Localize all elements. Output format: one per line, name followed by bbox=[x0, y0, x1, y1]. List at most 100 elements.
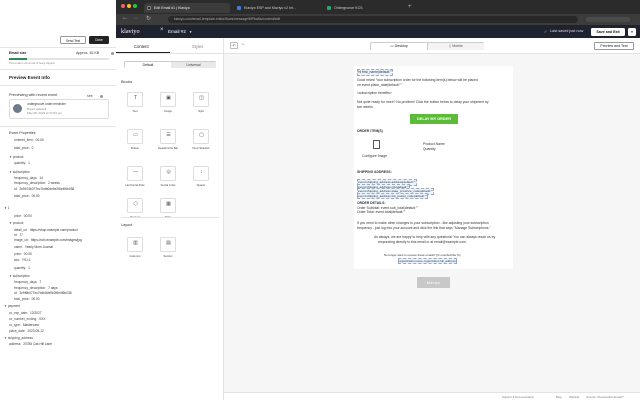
tab-ordergroove[interactable]: Ordergroove KCS bbox=[324, 3, 404, 13]
subtab-universal[interactable]: Universal bbox=[171, 62, 216, 68]
footer-link-personalize[interactable]: How Do I Personalize Emails? bbox=[586, 395, 624, 399]
property-key: price: bbox=[14, 214, 22, 218]
organization-text[interactable]: organization.name organization.full_addr… bbox=[398, 257, 457, 264]
event-property-row: sku: YSJ-1 bbox=[14, 258, 31, 263]
back-icon[interactable]: ← bbox=[122, 15, 128, 21]
window-close-dot[interactable] bbox=[121, 4, 125, 8]
property-key: price: bbox=[14, 252, 22, 256]
tab-edit-email[interactable]: Edit Email #1 | Klaviyo bbox=[144, 3, 230, 13]
configure-image-text[interactable]: Configure Image bbox=[362, 154, 387, 159]
tab-styles[interactable]: Styles bbox=[192, 44, 203, 49]
property-key: id: bbox=[14, 233, 18, 237]
greeting-text[interactable]: Hi first_name|default:"" bbox=[357, 69, 394, 76]
not-ready-text-2[interactable]: two weeks. bbox=[357, 105, 374, 110]
property-key: place_date: bbox=[9, 329, 26, 333]
redo-icon[interactable]: ↷ bbox=[241, 42, 244, 47]
block-label: Drop Shadow bbox=[192, 146, 210, 150]
extensions-icon[interactable] bbox=[586, 17, 630, 22]
block-columns[interactable]: ▥ bbox=[127, 237, 143, 252]
block-split[interactable]: ◫ bbox=[193, 92, 209, 107]
event-date: May 08, 2023 at 07:54 pm bbox=[27, 111, 62, 115]
always-text-2[interactable]: responding directly to this email or at … bbox=[378, 240, 467, 245]
social-links-icon: ◎ bbox=[166, 169, 171, 175]
send-test-button[interactable]: Send Test bbox=[60, 36, 86, 44]
event-property-row: total_price: 0 bbox=[14, 146, 33, 151]
footer-link-blog[interactable]: Blog bbox=[556, 395, 562, 399]
done-button[interactable]: Done bbox=[89, 36, 109, 44]
mode-mobile[interactable]: ▯ Mobile bbox=[428, 43, 484, 50]
footer-link-webinar[interactable]: Webinar bbox=[569, 395, 579, 399]
event-property-row: cc_type: Mastercard bbox=[9, 323, 39, 328]
forward-icon[interactable]: → bbox=[133, 15, 139, 21]
block-table[interactable]: ▦ bbox=[160, 198, 176, 213]
preview-and-test-button[interactable]: Preview and Test bbox=[594, 42, 634, 50]
block-spacer[interactable]: ↕ bbox=[193, 166, 209, 181]
email-body[interactable]: Hi first_name|default:"" Good news! Your… bbox=[354, 66, 513, 269]
block-horizontal-rule[interactable]: — bbox=[127, 166, 143, 181]
change-text-2[interactable]: frequency - just log into your account a… bbox=[357, 226, 491, 231]
blocks-title: Blocks bbox=[121, 80, 133, 84]
property-value: XXX bbox=[39, 317, 46, 321]
property-value: 1 bbox=[28, 161, 30, 165]
property-key: sku: bbox=[14, 258, 20, 262]
tab-label: Edit Email #1 | Klaviyo bbox=[154, 6, 190, 10]
block-text[interactable]: T bbox=[127, 92, 143, 107]
window-minimize-dot[interactable] bbox=[127, 4, 131, 8]
event-property-row[interactable]: ▼ 1 bbox=[4, 206, 12, 211]
event-property-row: name: Yearly Mom Journal bbox=[14, 245, 53, 250]
block-section[interactable]: ▤ bbox=[160, 237, 176, 252]
order-total-text[interactable]: Order Total: event.total|default:"" bbox=[357, 210, 406, 215]
split-icon: ◫ bbox=[199, 95, 204, 101]
chevron-down-icon[interactable]: ▼ bbox=[628, 27, 636, 36]
not-ready-text[interactable]: Not quite ready for more? No problem! Cl… bbox=[357, 100, 489, 105]
benefits-text[interactable]: <subscription benefits> bbox=[357, 91, 392, 96]
event-property-row[interactable]: ▼ subscription bbox=[9, 170, 32, 175]
block-image[interactable]: ▣ bbox=[160, 92, 176, 107]
event-property-row[interactable]: ▼ product bbox=[9, 155, 25, 160]
columns-icon: ▥ bbox=[133, 240, 138, 246]
section-icon: ▤ bbox=[166, 240, 171, 246]
shipping-title[interactable]: SHIPPING ADDRESS: bbox=[357, 170, 392, 175]
block-product[interactable]: ⬡ bbox=[127, 198, 143, 213]
block-label: Text bbox=[132, 109, 138, 113]
event-property-row: id: 2e9f6b077ec7bdb0de5e2f6e4f6b038 bbox=[14, 291, 72, 296]
event-avatar bbox=[13, 104, 22, 113]
intro-text-2[interactable]: on event.place_date|default:"" bbox=[357, 83, 402, 88]
address-input[interactable]: klaviyo.com/email-template-editor/flows/… bbox=[168, 16, 578, 23]
event-property-row: total_price: 00.00 bbox=[14, 194, 40, 199]
delay-order-button[interactable]: DELAY MY ORDER bbox=[410, 114, 458, 124]
klaviyo-logo[interactable]: klaviyo bbox=[121, 28, 140, 35]
property-value: 0 bbox=[31, 146, 34, 150]
reload-icon[interactable]: ↻ bbox=[146, 15, 151, 22]
window-zoom-dot[interactable] bbox=[133, 4, 137, 8]
shipping-line-4[interactable]: event.shipping_address.zip_postal_code|d… bbox=[357, 192, 429, 199]
block-header-link-bar[interactable]: ☰ bbox=[160, 129, 176, 144]
event-property-row[interactable]: ▼ product bbox=[9, 221, 25, 226]
mode-desktop[interactable]: ▭ Desktop bbox=[371, 43, 428, 50]
property-key: frequency_days: bbox=[14, 280, 38, 284]
email-name[interactable]: Email #2 ▼ bbox=[168, 29, 192, 34]
block-social-links[interactable]: ◎ bbox=[160, 166, 176, 181]
event-card[interactable]: ordergroove.order.reminder Bryan Haswell… bbox=[9, 99, 109, 119]
exit-icon[interactable]: × bbox=[160, 27, 164, 33]
block-label: Columns bbox=[129, 254, 141, 258]
block-label: Image bbox=[164, 109, 172, 113]
tab-content[interactable]: Content bbox=[134, 44, 149, 49]
save-and-exit-button[interactable]: Save and Exit bbox=[591, 27, 625, 36]
new-tab-icon[interactable]: + bbox=[408, 3, 412, 11]
image-placeholder-icon[interactable] bbox=[373, 140, 380, 149]
block-button[interactable]: ▭ bbox=[127, 129, 143, 144]
email-size-note: This email is not at risk of being clipp… bbox=[9, 62, 55, 65]
subtab-default[interactable]: Default bbox=[125, 62, 171, 68]
undo-icon[interactable]: ↶ bbox=[230, 42, 238, 49]
quantity-text[interactable]: Quantity bbox=[423, 147, 436, 152]
order-items-title[interactable]: ORDER ITEM(S) bbox=[357, 129, 383, 134]
product-icon: ⬡ bbox=[133, 201, 138, 207]
block-drop-shadow[interactable]: ▢ bbox=[193, 129, 209, 144]
tab-esp[interactable]: Klaviyo ESP and Klaviyo v2 Int... bbox=[234, 3, 320, 13]
event-property-row[interactable]: ▼ shipping_address bbox=[4, 336, 35, 341]
property-key: detail_url: bbox=[14, 228, 28, 232]
event-property-row[interactable]: ▼ subscription bbox=[9, 274, 32, 279]
footer-link-support[interactable]: Support & Documentation bbox=[502, 395, 534, 399]
event-property-row[interactable]: ▼ payment bbox=[4, 304, 22, 309]
